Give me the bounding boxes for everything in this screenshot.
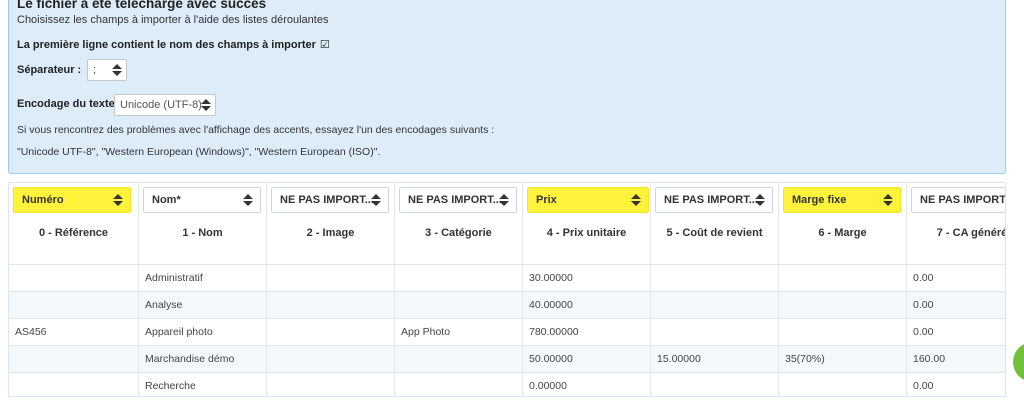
- table-column: NE PAS IMPORT... 2 - Image: [267, 183, 395, 396]
- column-header: 1 - Nom: [182, 227, 223, 239]
- field-mapping-select[interactable]: NE PAS IMPORT...: [655, 187, 773, 213]
- separator-value: ;: [93, 64, 97, 76]
- field-mapping-value: NE PAS IMPORT...: [920, 194, 1006, 206]
- table-column: Nom* 1 - Nom: [139, 183, 267, 396]
- column-header: 5 - Coût de revient: [666, 227, 763, 239]
- instructions-text: Choisissez les champs à importer à l'aid…: [17, 14, 329, 26]
- updown-arrows-icon: [113, 194, 123, 206]
- updown-arrows-icon: [201, 99, 211, 111]
- help-fab-button[interactable]: [1013, 342, 1024, 382]
- table-column: Prix 4 - Prix unitaire: [523, 183, 651, 396]
- first-line-option[interactable]: La première ligne contient le nom des ch…: [17, 38, 330, 51]
- table-column: NE PAS IMPORT... 7 - CA généré: [907, 183, 1006, 396]
- separator-select[interactable]: ;: [87, 59, 127, 81]
- table-column: Marge fixe 6 - Marge: [779, 183, 907, 396]
- table-column: NE PAS IMPORT... 5 - Coût de revient: [651, 183, 779, 396]
- import-preview-table: Administratif 30.00000 0.00 Analyse 40.00000…: [8, 182, 1006, 397]
- success-title: Le fichier à été téléchargé avec succès: [17, 0, 267, 11]
- updown-arrows-icon: [883, 194, 893, 206]
- column-header: 3 - Catégorie: [425, 227, 492, 239]
- encoding-hint-1: Si vous rencontrez des problèmes avec l'…: [17, 124, 495, 136]
- column-header: 6 - Marge: [818, 227, 867, 239]
- field-mapping-value: Marge fixe: [792, 194, 847, 206]
- encoding-hint-2: "Unicode UTF-8", "Western European (Wind…: [17, 146, 381, 158]
- updown-arrows-icon: [499, 194, 509, 206]
- encoding-value: Unicode (UTF-8): [120, 99, 202, 111]
- field-mapping-value: Nom*: [152, 194, 181, 206]
- field-mapping-select[interactable]: Marge fixe: [783, 187, 901, 213]
- updown-arrows-icon: [631, 194, 641, 206]
- field-mapping-select[interactable]: Prix: [527, 187, 649, 213]
- updown-arrows-icon: [371, 194, 381, 206]
- column-header: 0 - Référence: [38, 227, 109, 239]
- field-mapping-value: Prix: [536, 194, 557, 206]
- field-mapping-value: NE PAS IMPORT...: [664, 194, 758, 206]
- field-mapping-value: Numéro: [22, 194, 64, 206]
- import-info-panel: Le fichier à été téléchargé avec succès …: [8, 0, 1006, 174]
- field-mapping-select[interactable]: Numéro: [13, 187, 131, 213]
- separator-label: Séparateur :: [17, 64, 82, 76]
- field-mapping-select[interactable]: NE PAS IMPORT...: [399, 187, 517, 213]
- updown-arrows-icon: [243, 194, 253, 206]
- table-column: Numéro 0 - Référence: [9, 183, 139, 396]
- column-header: 4 - Prix unitaire: [546, 227, 627, 239]
- field-mapping-select[interactable]: NE PAS IMPORT...: [271, 187, 389, 213]
- first-line-label: La première ligne contient le nom des ch…: [17, 39, 316, 51]
- updown-arrows-icon: [112, 64, 122, 76]
- column-header: 7 - CA généré: [936, 227, 1006, 239]
- encoding-label: Encodage du texte: [17, 98, 115, 110]
- checkbox-icon[interactable]: ☑: [320, 39, 330, 51]
- table-column: NE PAS IMPORT... 3 - Catégorie: [395, 183, 523, 396]
- column-header: 2 - Image: [306, 227, 355, 239]
- updown-arrows-icon: [755, 194, 765, 206]
- field-mapping-select[interactable]: Nom*: [143, 187, 261, 213]
- field-mapping-value: NE PAS IMPORT...: [280, 194, 374, 206]
- encoding-select[interactable]: Unicode (UTF-8): [114, 94, 216, 116]
- field-mapping-value: NE PAS IMPORT...: [408, 194, 502, 206]
- field-mapping-select[interactable]: NE PAS IMPORT...: [911, 187, 1006, 213]
